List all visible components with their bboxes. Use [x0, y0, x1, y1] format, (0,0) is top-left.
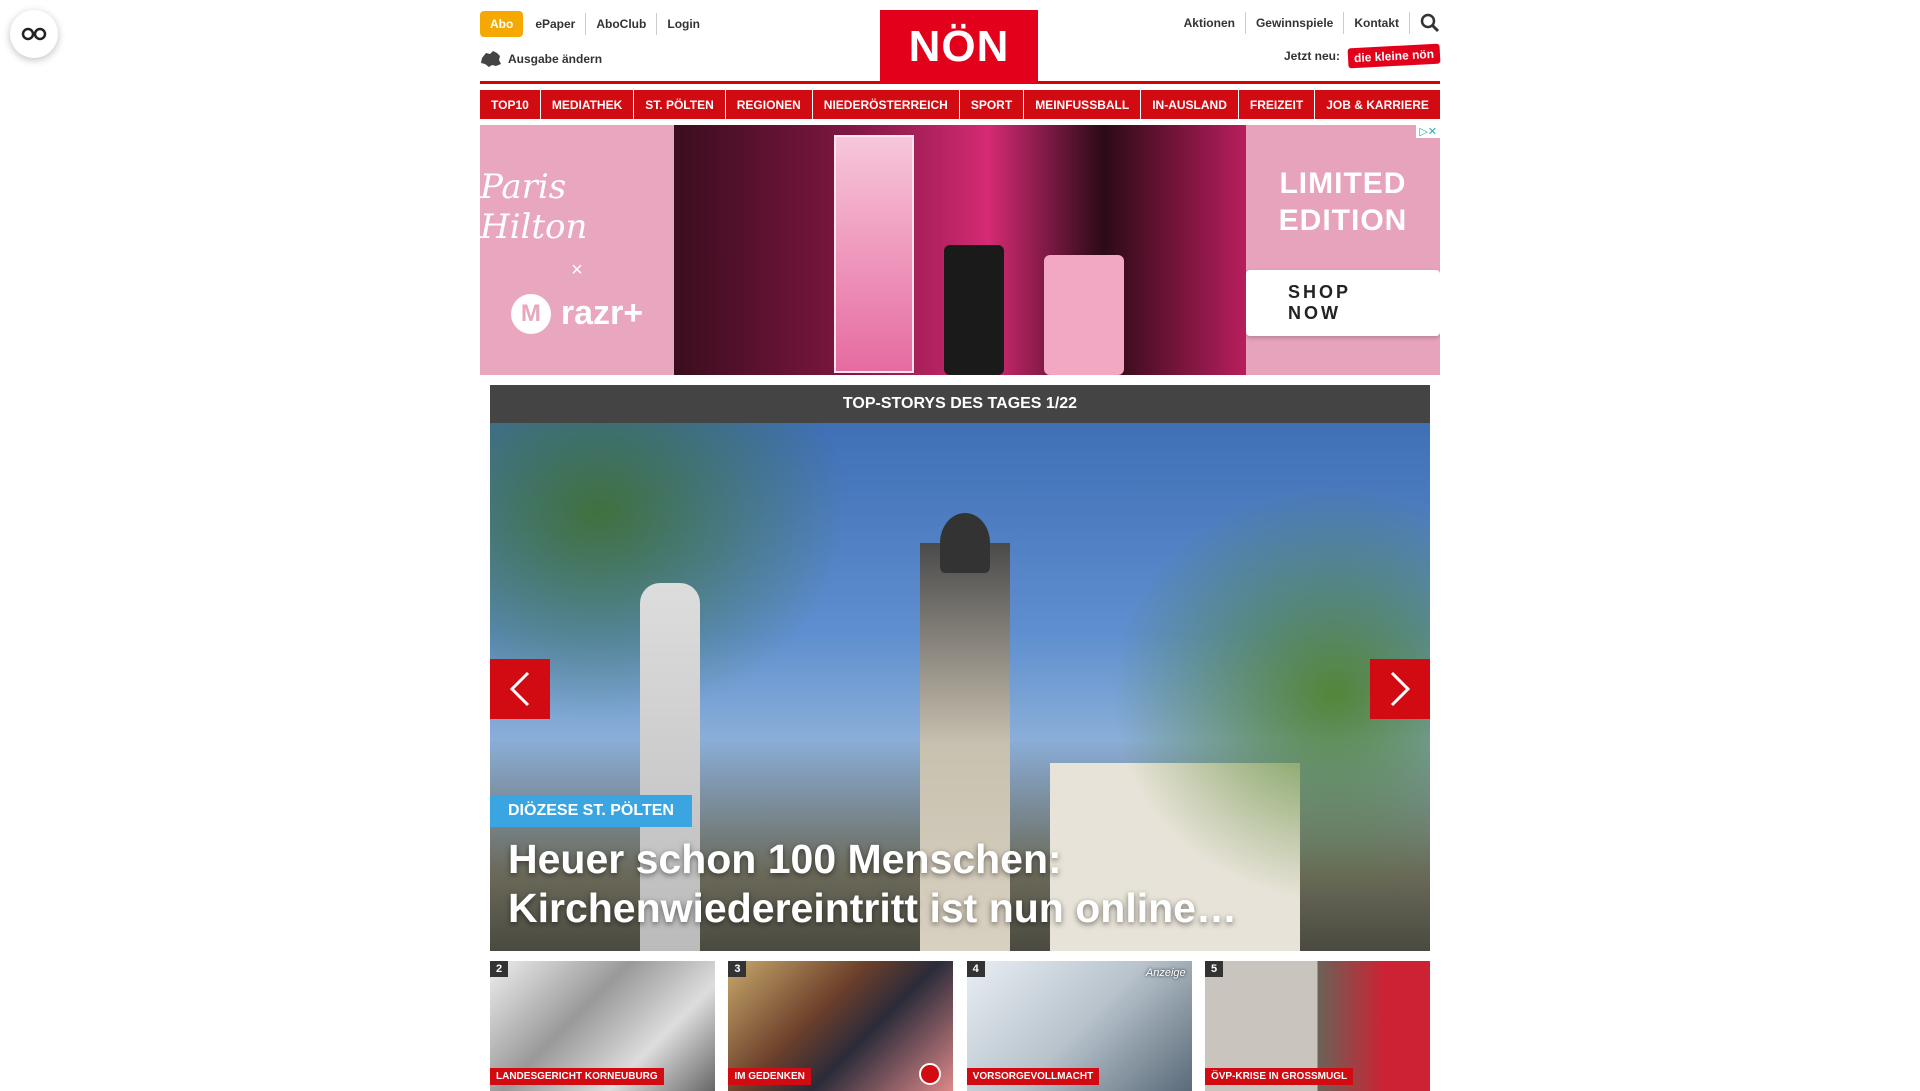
story-thumbnail[interactable]: 4 Anzeige VORSORGEVOLLMACHT [966, 961, 1192, 1091]
nav-item-niederoesterreich[interactable]: NIEDERÖSTERREICH [812, 90, 959, 119]
nav-item-regionen[interactable]: REGIONEN [725, 90, 812, 119]
site-header: Abo ePaper AboClub Login Ausgabe ändern … [480, 0, 1441, 84]
top-right-links: Aktionen Gewinnspiele Kontakt [1174, 11, 1440, 35]
austria-map-icon [481, 51, 501, 67]
ad-razr-label: razr+ [560, 294, 644, 332]
accessibility-button[interactable] [10, 10, 58, 58]
glasses-icon [21, 27, 47, 41]
kontakt-link[interactable]: Kontakt [1344, 12, 1410, 34]
nav-item-mediathek[interactable]: MEDIATHEK [540, 90, 634, 119]
ad-phone-image [944, 245, 1004, 375]
aktionen-link[interactable]: Aktionen [1174, 12, 1246, 34]
nav-item-sport[interactable]: SPORT [959, 90, 1024, 119]
top-stories: TOP-STORYS DES TAGES 1/22 DIÖZESE ST. PÖ… [490, 385, 1430, 951]
ad-times-sign: × [571, 258, 583, 281]
story-category: ÖVP-KRISE IN GROSSMUGL [1204, 1068, 1354, 1085]
edition-switch[interactable]: Ausgabe ändern [480, 50, 602, 68]
ad-product-box [834, 135, 914, 373]
chevron-right-icon [1390, 671, 1411, 707]
ad-headline-line2: EDITION [1278, 204, 1408, 237]
hero-headline[interactable]: Heuer schon 100 Menschen: Kirchenwiedere… [508, 835, 1268, 933]
nav-item-job-karriere[interactable]: JOB & KARRIERE [1315, 90, 1440, 119]
ad-paris-hilton-logo: Paris Hilton [480, 166, 588, 247]
story-thumbnail[interactable]: 3 IM GEDENKEN [728, 961, 954, 1091]
page: Abo ePaper AboClub Login Ausgabe ändern … [480, 0, 1441, 1091]
story-number: 2 [490, 961, 509, 977]
story-category: IM GEDENKEN [728, 1068, 811, 1085]
camera-icon [919, 1063, 942, 1085]
aboclub-link[interactable]: AboClub [585, 13, 656, 35]
nav-item-in-ausland[interactable]: IN-AUSLAND [1141, 90, 1238, 119]
abo-button[interactable]: Abo [480, 11, 524, 37]
ad-choices-icon[interactable]: ▷✕ [1416, 125, 1440, 138]
nav-item-freizeit[interactable]: FREIZEIT [1238, 90, 1315, 119]
gewinnspiele-link[interactable]: Gewinnspiele [1246, 12, 1345, 34]
ad-headline-line1: LIMITED [1279, 166, 1407, 200]
carousel-prev-button[interactable] [490, 659, 550, 719]
main-nav: TOP10 MEDIATHEK ST. PÖLTEN REGIONEN NIED… [480, 90, 1440, 119]
hero-category-tag[interactable]: DIÖZESE ST. PÖLTEN [490, 795, 692, 827]
ad-headline: LIMITED EDITION [1279, 165, 1408, 240]
login-link[interactable]: Login [656, 13, 710, 35]
story-number: 4 [966, 961, 985, 977]
sponsored-badge: Anzeige [1145, 967, 1186, 979]
epaper-link[interactable]: ePaper [525, 13, 585, 35]
jetzt-neu: Jetzt neu: die kleine nön [1283, 43, 1441, 69]
nav-item-top10[interactable]: TOP10 [480, 90, 540, 119]
top-stories-heading: TOP-STORYS DES TAGES 1/22 [490, 385, 1430, 431]
advertisement-banner[interactable]: Paris Hilton × M razr+ LIMITED EDITION S… [480, 125, 1440, 375]
kleine-noen-logo[interactable]: die kleine nön [1347, 43, 1441, 69]
ad-brand-panel: Paris Hilton × M razr+ [480, 125, 674, 375]
ad-phone-pink-image [1044, 255, 1124, 375]
story-category: LANDESGERICHT KORNEUBURG [490, 1068, 664, 1085]
edition-label: Ausgabe ändern [508, 52, 603, 66]
story-thumbnails: 2 LANDESGERICHT KORNEUBURG 3 IM GEDENKEN… [490, 961, 1430, 1091]
motorola-icon: M [510, 293, 551, 334]
ad-cta-panel: LIMITED EDITION SHOP NOW [1246, 125, 1440, 375]
story-category: VORSORGEVOLLMACHT [966, 1068, 1100, 1085]
site-logo[interactable]: NÖN [880, 10, 1038, 84]
nav-item-meinfussball[interactable]: MEINFUSSBALL [1024, 90, 1141, 119]
story-number: 5 [1204, 961, 1224, 977]
story-thumbnail[interactable]: 5 ÖVP-KRISE IN GROSSMUGL [1204, 961, 1430, 1091]
search-icon[interactable] [1410, 11, 1440, 35]
top-left-links: Abo ePaper AboClub Login [480, 11, 710, 37]
nav-item-st-poelten[interactable]: ST. PÖLTEN [634, 90, 725, 119]
carousel-next-button[interactable] [1370, 659, 1430, 719]
hero-story[interactable]: DIÖZESE ST. PÖLTEN Heuer schon 100 Mensc… [490, 423, 1430, 951]
jetzt-label: Jetzt neu: [1283, 49, 1340, 63]
story-thumbnail[interactable]: 2 LANDESGERICHT KORNEUBURG [490, 961, 715, 1091]
ad-shop-now-button[interactable]: SHOP NOW [1246, 269, 1440, 336]
ad-razr-logo: M razr+ [510, 293, 644, 334]
ad-product-image [674, 125, 1246, 375]
story-number: 3 [728, 961, 747, 977]
chevron-left-icon [509, 671, 530, 707]
